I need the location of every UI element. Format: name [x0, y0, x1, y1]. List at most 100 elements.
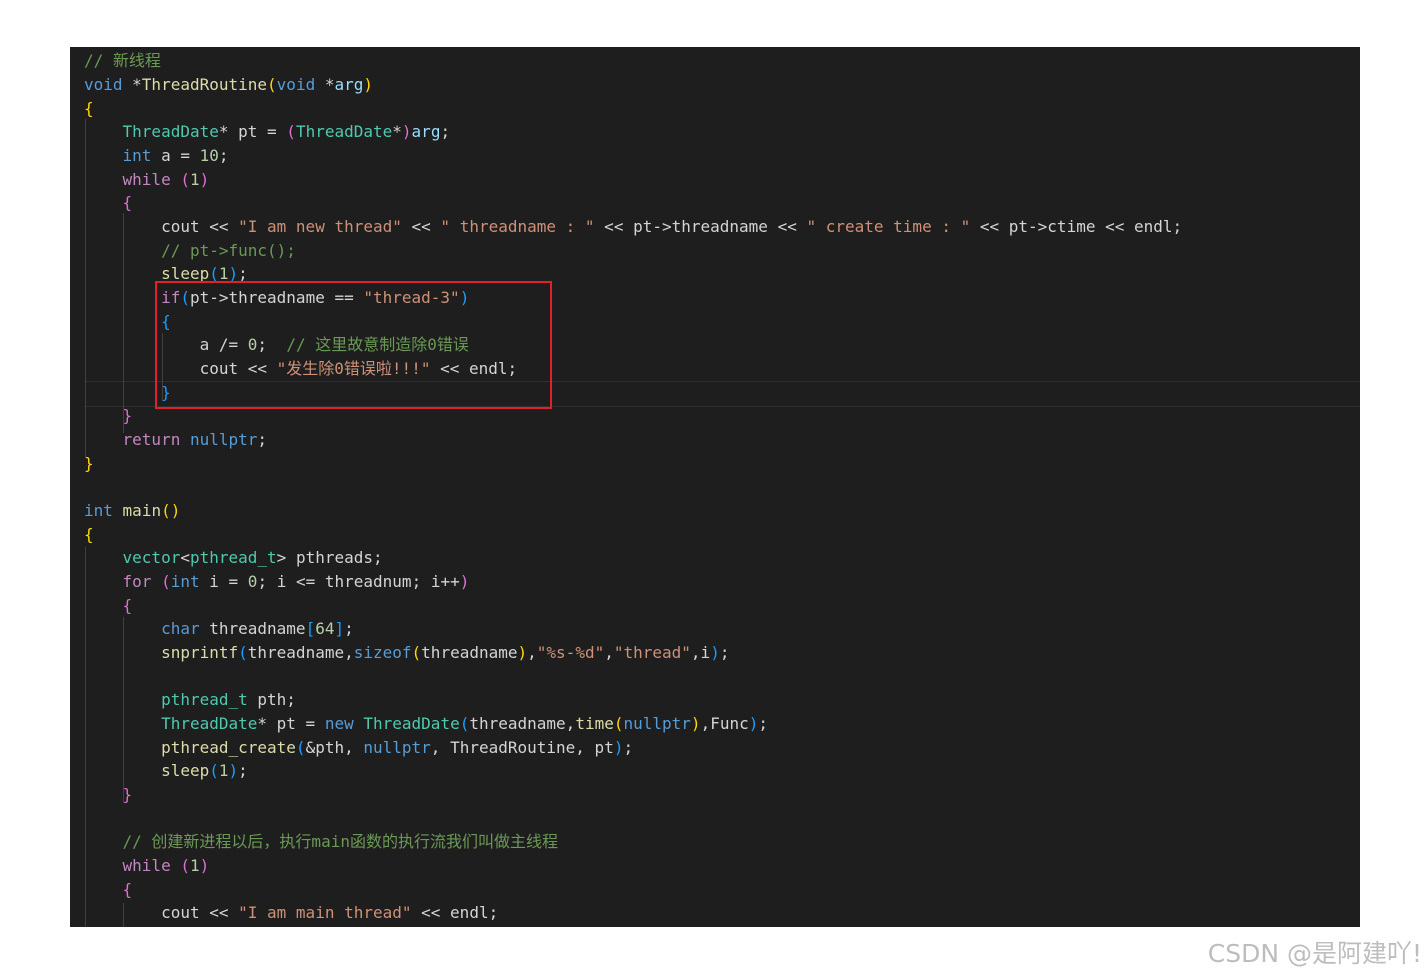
code-token: ( [286, 122, 296, 141]
code-token: " create time : " [806, 217, 971, 236]
code-token: ; [344, 619, 354, 638]
code-line[interactable]: ThreadDate* pt = (ThreadDate*)arg; [84, 120, 451, 144]
code-token: ) [690, 713, 701, 733]
code-line[interactable]: pthread_t pth; [84, 688, 296, 712]
code-line[interactable]: return nullptr; [84, 428, 268, 452]
code-line[interactable]: vector<pthread_t> pthreads; [84, 546, 383, 570]
code-line[interactable]: { [84, 97, 94, 121]
code-token: ) [401, 122, 412, 141]
code-line[interactable]: } [84, 404, 133, 428]
code-line[interactable]: int main() [84, 499, 180, 523]
code-line[interactable]: } [84, 783, 133, 807]
code-line[interactable]: cout << "I am main thread" << endl; [84, 901, 498, 925]
code-token: int [170, 571, 200, 591]
code-token: ,Func [700, 713, 749, 733]
code-token: cout << [84, 217, 239, 236]
code-token: ; [257, 430, 268, 449]
code-token: ThreadDate [161, 713, 258, 733]
code-token: 1 [189, 169, 200, 189]
code-token: ( [295, 737, 306, 757]
code-token: ( [411, 642, 422, 662]
code-token: ( [161, 571, 171, 591]
code-token: ; [440, 122, 451, 141]
code-token: snprintf [161, 642, 239, 662]
code-token: ) [748, 713, 759, 733]
code-line[interactable]: { [84, 594, 133, 618]
code-token: // pt->func(); [161, 240, 296, 260]
code-token: threadname [199, 619, 306, 638]
code-line[interactable]: sleep(1); [84, 759, 248, 783]
code-line[interactable]: } [84, 452, 94, 476]
code-token: pth; [247, 690, 296, 709]
code-token: ) [459, 571, 470, 591]
code-token: "I am main thread" [238, 903, 412, 922]
code-token: 1 [218, 761, 229, 780]
code-line[interactable]: while (1) [84, 168, 210, 192]
code-token: time [575, 713, 614, 733]
code-token: vector [122, 548, 181, 567]
code-token: // 新线程 [84, 51, 161, 70]
code-token: a = [151, 146, 200, 165]
code-token: for [122, 571, 152, 591]
code-line[interactable]: cout << "I am new thread" << " threadnam… [84, 215, 1182, 239]
code-line[interactable]: { [84, 878, 133, 902]
code-token: , ThreadRoutine, pt [430, 737, 614, 757]
code-line[interactable]: snprintf(threadname,sizeof(threadname),"… [84, 641, 729, 665]
code-token: &pth, [305, 737, 364, 757]
code-token: ; [218, 146, 229, 165]
code-token: * [122, 75, 142, 94]
code-token: ; [758, 713, 769, 733]
code-token: { [84, 98, 94, 118]
code-token: 64 [315, 619, 335, 638]
watermark: CSDN @是阿建吖! [1207, 939, 1422, 968]
code-line[interactable]: // pt->func(); [84, 239, 296, 263]
code-token: nullptr [363, 737, 431, 757]
code-line[interactable]: // 新线程 [84, 49, 161, 73]
code-line[interactable]: ThreadDate* pt = new ThreadDate(threadna… [84, 712, 768, 736]
code-token: , [604, 642, 614, 662]
code-line[interactable]: { [84, 191, 133, 215]
code-token: ( [459, 713, 470, 733]
code-token: ( [209, 761, 219, 780]
code-token: } [84, 453, 94, 473]
code-line[interactable]: pthread_create(&pth, nullptr, ThreadRout… [84, 736, 633, 760]
code-line[interactable]: // 创建新进程以后，执行main函数的执行流我们叫做主线程 [84, 830, 558, 854]
code-token: ) [199, 169, 210, 189]
code-token: ( [238, 642, 248, 662]
code-line[interactable]: { [84, 523, 94, 547]
code-line[interactable]: char threadname[64]; [84, 617, 354, 641]
code-token: while [122, 169, 171, 189]
code-line[interactable]: while (1) [84, 854, 210, 878]
code-token: "I am new thread" [238, 217, 402, 236]
code-token: , [527, 642, 537, 662]
code-token: // 创建新进程以后，执行main函数的执行流我们叫做主线程 [122, 832, 558, 851]
code-token: ( [267, 75, 277, 94]
code-token: threadname, [247, 642, 354, 662]
code-token: { [122, 193, 133, 212]
code-token: pthread_t [189, 548, 277, 567]
code-token: nullptr [623, 713, 691, 733]
code-token: << pt->threadname << [594, 217, 807, 236]
code-token: * pt = [257, 713, 325, 733]
code-line[interactable]: void *ThreadRoutine(void *arg) [84, 73, 373, 97]
code-line[interactable]: int a = 10; [84, 144, 229, 168]
code-line[interactable]: for (int i = 0; i <= threadnum; i++) [84, 570, 470, 594]
code-token: sleep [161, 761, 210, 780]
code-editor[interactable]: // 新线程 void *ThreadRoutine(void *arg){ Th… [70, 47, 1360, 927]
